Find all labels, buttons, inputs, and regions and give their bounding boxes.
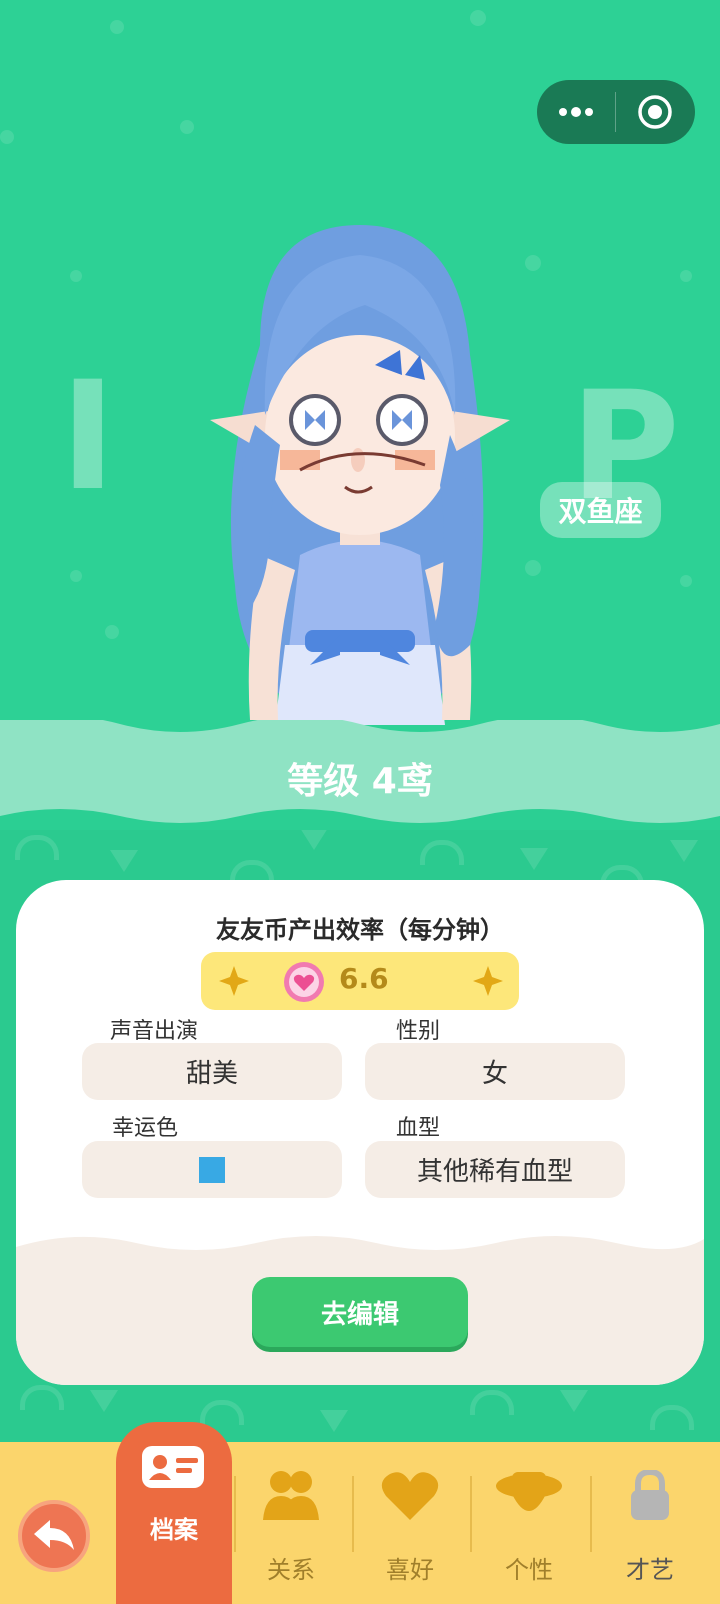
people-icon xyxy=(263,1471,319,1520)
tab-label: 个性 xyxy=(505,1556,553,1584)
lucky-color-swatch xyxy=(199,1156,225,1183)
heart-icon xyxy=(381,1472,439,1520)
edit-button[interactable]: 去编辑 xyxy=(252,1277,468,1347)
target-icon[interactable] xyxy=(616,80,694,144)
heart-coin-icon xyxy=(284,962,324,1002)
tab-profile[interactable]: 档案 xyxy=(116,1422,232,1604)
rate-title: 友友币产出效率（每分钟） xyxy=(216,916,504,944)
tab-separator xyxy=(590,1476,592,1552)
tab-label: 关系 xyxy=(267,1556,315,1584)
tab-label: 喜好 xyxy=(386,1556,434,1584)
sparkle-icon xyxy=(219,966,249,996)
lucky-color-field xyxy=(82,1141,342,1198)
tab-personality[interactable]: 个性 xyxy=(474,1448,584,1598)
lucky-color-label: 幸运色 xyxy=(112,1116,179,1141)
gender-label: 性别 xyxy=(396,1019,441,1044)
tab-talent-locked[interactable]: 才艺 xyxy=(595,1448,705,1598)
hat-icon xyxy=(496,1472,562,1511)
blood-type-field: 其他稀有血型 xyxy=(365,1141,625,1198)
rate-bar: 6.6 xyxy=(201,952,519,1010)
more-dots-icon[interactable] xyxy=(537,80,615,144)
tab-relations[interactable]: 关系 xyxy=(236,1448,346,1598)
tab-label: 才艺 xyxy=(626,1556,674,1584)
tab-label: 档案 xyxy=(150,1516,198,1544)
tab-likes[interactable]: 喜好 xyxy=(355,1448,465,1598)
blood-type-label: 血型 xyxy=(396,1116,441,1141)
tab-separator xyxy=(470,1476,472,1552)
avatar-character xyxy=(210,225,510,725)
bg-letter-decoration: I xyxy=(60,350,116,524)
voice-label: 声音出演 xyxy=(110,1019,199,1044)
zodiac-badge: 双鱼座 xyxy=(540,482,661,538)
miniprogram-capsule xyxy=(537,80,695,144)
tab-separator xyxy=(352,1476,354,1552)
gender-field: 女 xyxy=(365,1043,625,1100)
back-arrow-icon xyxy=(34,1520,74,1550)
voice-field: 甜美 xyxy=(82,1043,342,1100)
profile-card: 友友币产出效率（每分钟） 6.6 声音出演 甜美 性别 女 幸运色 血型 其他稀… xyxy=(16,880,704,1385)
level-text: 等级 4鸢 xyxy=(287,761,433,802)
card-wave xyxy=(16,1236,704,1265)
rate-value: 6.6 xyxy=(339,962,389,995)
id-card-icon xyxy=(142,1446,204,1488)
sparkle-icon xyxy=(473,966,503,996)
lock-icon xyxy=(631,1470,669,1520)
back-button[interactable] xyxy=(18,1500,90,1572)
